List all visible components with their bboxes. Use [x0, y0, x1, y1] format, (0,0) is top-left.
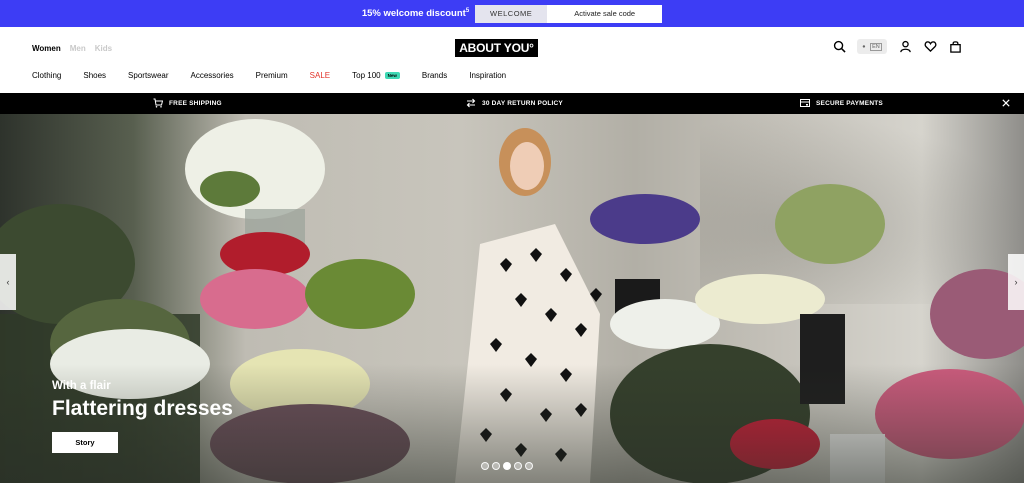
close-icon[interactable] [1000, 97, 1012, 109]
carousel-dot[interactable] [492, 462, 500, 470]
usp-free-shipping: FREE SHIPPING [153, 98, 222, 108]
nav-brands[interactable]: Brands [422, 71, 447, 80]
language-code: EN [870, 42, 882, 51]
new-badge: New [384, 72, 400, 80]
nav-inspiration[interactable]: Inspiration [469, 71, 506, 80]
header-icons: ● EN [832, 39, 962, 54]
logo[interactable]: ABOUT YOU° [455, 39, 538, 57]
site-header: Women Men Kids ABOUT YOU° ● EN Clothing … [0, 27, 1024, 93]
carousel-dot-active[interactable] [503, 462, 511, 470]
carousel-dot[interactable] [481, 462, 489, 470]
nav-sportswear[interactable]: Sportswear [128, 71, 168, 80]
gender-women[interactable]: Women [32, 44, 61, 53]
hero-title: Flattering dresses [52, 397, 233, 420]
usp-return-policy-label: 30 DAY RETURN POLICY [482, 99, 563, 107]
card-lock-icon [800, 99, 810, 107]
nav-top-100-label: Top 100 [352, 71, 381, 80]
usp-secure-payments-label: SECURE PAYMENTS [816, 99, 883, 107]
search-icon[interactable] [832, 40, 846, 54]
heart-icon[interactable] [923, 40, 937, 54]
usp-free-shipping-label: FREE SHIPPING [169, 99, 222, 107]
nav-clothing[interactable]: Clothing [32, 71, 61, 80]
promo-code[interactable]: WELCOME [475, 4, 548, 23]
usp-return-policy: 30 DAY RETURN POLICY [466, 98, 563, 108]
hero-subtitle: With a flair [52, 380, 111, 392]
carousel-next-button[interactable]: › [1008, 254, 1024, 310]
nav-accessories[interactable]: Accessories [191, 71, 234, 80]
nav-sale[interactable]: SALE [310, 71, 330, 80]
return-arrows-icon [466, 98, 476, 108]
account-icon[interactable] [898, 40, 912, 54]
usp-bar: FREE SHIPPING 30 DAY RETURN POLICY SECUR… [0, 93, 1024, 114]
usp-secure-payments: SECURE PAYMENTS [800, 98, 883, 108]
gender-kids[interactable]: Kids [95, 44, 112, 53]
carousel-prev-button[interactable]: ‹ [0, 254, 16, 310]
promo-text: 15% welcome discount5 [361, 7, 470, 20]
nav-shoes[interactable]: Shoes [83, 71, 106, 80]
gender-men[interactable]: Men [70, 44, 86, 53]
activate-code-button[interactable]: Activate sale code [547, 9, 662, 18]
carousel-dot[interactable] [525, 462, 533, 470]
main-nav: Clothing Shoes Sportswear Accessories Pr… [32, 71, 506, 80]
promo-code-box: WELCOME Activate sale code [475, 4, 663, 23]
nav-top-100[interactable]: Top 100 New [352, 71, 400, 80]
story-button[interactable]: Story [52, 432, 118, 453]
language-dot: ● [862, 43, 866, 50]
nav-premium[interactable]: Premium [256, 71, 288, 80]
cart-icon [153, 98, 163, 108]
carousel-dots [481, 462, 533, 470]
carousel-dot[interactable] [514, 462, 522, 470]
language-toggle[interactable]: ● EN [857, 39, 887, 54]
promo-bar: 15% welcome discount5 WELCOME Activate s… [0, 0, 1024, 27]
gender-switch: Women Men Kids [32, 44, 112, 53]
bag-icon[interactable] [948, 40, 962, 54]
hero-banner[interactable]: ‹ › With a flair Flattering dresses Stor… [0, 114, 1024, 483]
